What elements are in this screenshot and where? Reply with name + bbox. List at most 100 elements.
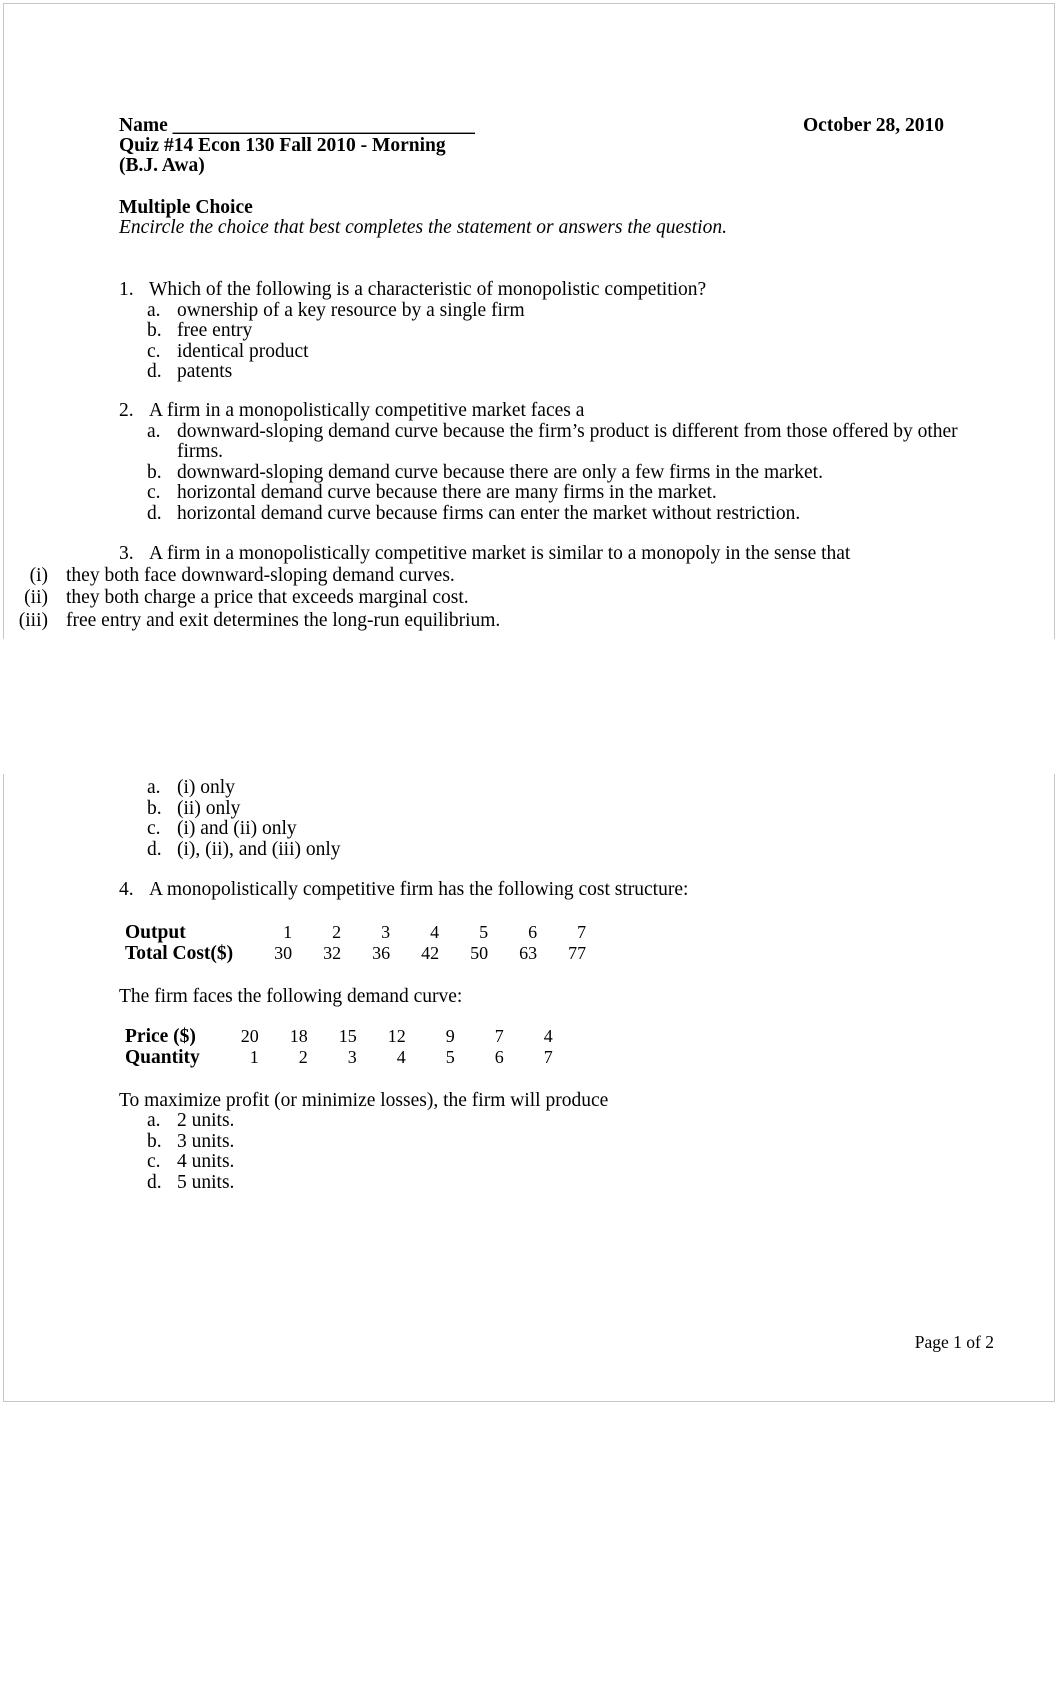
- cell: 20: [240, 1026, 259, 1046]
- cell: 4: [543, 1026, 553, 1046]
- option-letter: b.: [147, 1130, 162, 1152]
- option-text: (ii) only: [177, 797, 241, 819]
- page-sheet-bottom: a. (i) only b. (ii) only c. (i) and (ii)…: [3, 774, 1055, 1402]
- question-3-option-d[interactable]: d. (i), (ii), and (iii) only: [119, 838, 994, 861]
- roman-item-iii: (iii) free entry and exit determines the…: [4, 610, 994, 633]
- question-4-option-c[interactable]: c. 4 units.: [119, 1151, 994, 1173]
- option-text: 2 units.: [177, 1110, 235, 1131]
- question-3-options: a. (i) only b. (ii) only c. (i) and (ii)…: [119, 777, 994, 861]
- question-2-text: A firm in a monopolistically competitive…: [149, 400, 585, 421]
- option-letter: c.: [147, 818, 161, 839]
- option-letter: a.: [147, 1110, 161, 1131]
- question-3-option-b[interactable]: b. (ii) only: [119, 797, 994, 820]
- option-text: 5 units.: [177, 1171, 235, 1193]
- cell: 63: [519, 943, 538, 963]
- demand-table-price-header: Price ($): [125, 1026, 196, 1047]
- cell: 7: [577, 922, 587, 942]
- cost-table: Output 1 2 3 4 5 6 7 Total Cost($) 30 32…: [119, 922, 586, 964]
- option-letter: a.: [147, 299, 161, 321]
- question-4-option-a[interactable]: a. 2 units.: [119, 1110, 994, 1132]
- name-line-row: Name _______________________________ Oct…: [119, 116, 994, 136]
- question-3-number: 3.: [119, 543, 134, 564]
- question-4-stem: 4. A monopolistically competitive firm h…: [119, 879, 994, 901]
- table-row: Output 1 2 3 4 5 6 7: [119, 922, 586, 943]
- table-row: Total Cost($) 30 32 36 42 50 63 77: [119, 943, 586, 964]
- option-letter: d.: [147, 361, 162, 382]
- question-1-option-c[interactable]: c. identical product: [119, 340, 994, 363]
- option-letter: c.: [147, 340, 161, 362]
- roman-item-i: (i) they both face downward-sloping dema…: [4, 565, 994, 588]
- question-4-options: a. 2 units. b. 3 units. c. 4 units. d. 5…: [119, 1110, 994, 1194]
- cell: 2: [332, 922, 342, 942]
- question-1: 1. Which of the following is a character…: [119, 279, 994, 383]
- cell: 4: [430, 922, 440, 942]
- option-text: patents: [177, 361, 233, 382]
- question-3-roman-list: (i) they both face downward-sloping dema…: [4, 565, 994, 633]
- cell: 77: [568, 943, 587, 963]
- question-2-option-d[interactable]: d. horizontal demand curve because firms…: [119, 502, 994, 525]
- table-row: Quantity 1 2 3 4 5 6 7: [119, 1047, 553, 1068]
- roman-label: (iii): [18, 609, 48, 631]
- cell: 7: [494, 1026, 504, 1046]
- cost-table-totalcost-header: Total Cost($): [125, 943, 234, 964]
- option-text: 4 units.: [177, 1151, 235, 1172]
- option-letter: c.: [147, 482, 161, 503]
- option-letter: b.: [147, 461, 162, 483]
- cell: 30: [274, 943, 293, 963]
- question-4-option-d[interactable]: d. 5 units.: [119, 1171, 994, 1194]
- question-2-option-c[interactable]: c. horizontal demand curve because there…: [119, 482, 994, 504]
- question-1-option-b[interactable]: b. free entry: [119, 320, 994, 342]
- option-text: ownership of a key resource by a single …: [177, 299, 525, 321]
- question-1-option-d[interactable]: d. patents: [119, 361, 994, 383]
- option-text: (i) only: [177, 777, 235, 798]
- question-2: 2. A firm in a monopolistically competit…: [119, 400, 994, 525]
- cell: 18: [289, 1026, 308, 1046]
- cell: 3: [381, 922, 391, 942]
- question-3-stem: 3. A firm in a monopolistically competit…: [119, 543, 994, 565]
- question-1-stem: 1. Which of the following is a character…: [119, 279, 994, 301]
- cost-table-output-header: Output: [125, 922, 186, 943]
- question-4-text: A monopolistically competitive firm has …: [149, 879, 689, 900]
- section-title-multiple-choice: Multiple Choice: [119, 197, 253, 218]
- question-2-option-b[interactable]: b. downward-sloping demand curve because…: [119, 461, 994, 484]
- option-letter: b.: [147, 797, 162, 819]
- question-4-option-b[interactable]: b. 3 units.: [119, 1130, 994, 1153]
- option-letter: d.: [147, 1171, 162, 1193]
- cell: 7: [543, 1047, 553, 1067]
- cost-structure-table: Output 1 2 3 4 5 6 7 Total Cost($) 30 32…: [119, 922, 994, 964]
- option-letter: d.: [147, 502, 162, 524]
- document-header: Name _______________________________ Oct…: [119, 116, 994, 176]
- question-4-answer-block: To maximize profit (or minimize losses),…: [119, 1090, 994, 1193]
- option-text: identical product: [177, 340, 309, 362]
- question-3-option-c[interactable]: c. (i) and (ii) only: [119, 818, 994, 840]
- question-1-text: Which of the following is a characterist…: [149, 279, 707, 300]
- cell: 32: [323, 943, 342, 963]
- question-1-number: 1.: [119, 279, 134, 300]
- cell: 6: [528, 922, 538, 942]
- name-line: Name _______________________________: [119, 115, 475, 136]
- question-2-options: a. downward-sloping demand curve because…: [119, 420, 994, 525]
- roman-text: free entry and exit determines the long-…: [66, 609, 501, 631]
- question-3-text: A firm in a monopolistically competitive…: [149, 543, 851, 564]
- page-footer: Page 1 of 2: [914, 1332, 994, 1352]
- question-3-option-a[interactable]: a. (i) only: [119, 777, 994, 799]
- date-text: October 28, 2010: [803, 115, 944, 136]
- roman-label: (i): [29, 564, 48, 586]
- cell: 36: [372, 943, 391, 963]
- demand-table-quantity-header: Quantity: [125, 1047, 200, 1068]
- demand-curve-intro: The firm faces the following demand curv…: [119, 986, 463, 1007]
- roman-text: they both charge a price that exceeds ma…: [66, 587, 469, 608]
- cell: 4: [396, 1047, 406, 1067]
- option-letter: d.: [147, 838, 162, 860]
- cell: 5: [479, 922, 489, 942]
- question-4-number: 4.: [119, 879, 134, 900]
- cell: 15: [338, 1026, 357, 1046]
- question-2-option-a[interactable]: a. downward-sloping demand curve because…: [119, 420, 994, 463]
- cell: 42: [421, 943, 440, 963]
- question-1-option-a[interactable]: a. ownership of a key resource by a sing…: [119, 299, 994, 322]
- option-letter: a.: [147, 420, 161, 442]
- question-2-stem: 2. A firm in a monopolistically competit…: [119, 400, 994, 422]
- option-text: downward-sloping demand curve because th…: [177, 420, 958, 462]
- roman-item-ii: (ii) they both charge a price that excee…: [4, 587, 994, 610]
- question-2-number: 2.: [119, 400, 134, 421]
